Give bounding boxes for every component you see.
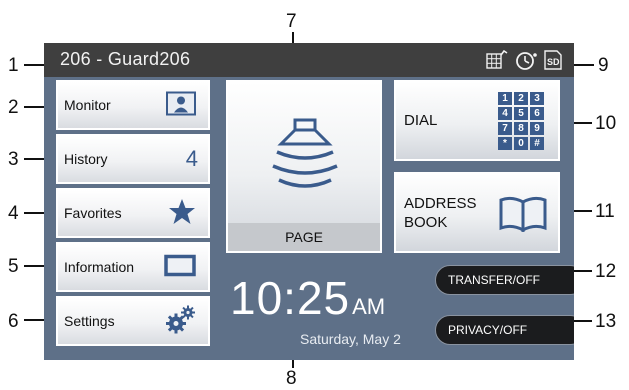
camera-monitor-icon <box>166 91 196 119</box>
callout-10: 10 <box>595 113 617 134</box>
settings-button[interactable]: Settings <box>56 296 210 346</box>
callout-6: 6 <box>8 311 19 332</box>
page-label: PAGE <box>285 229 323 245</box>
key-5: 5 <box>514 107 528 120</box>
callout-11: 11 <box>595 201 615 222</box>
callout-3: 3 <box>8 149 19 170</box>
clock-ampm: AM <box>352 294 386 319</box>
key-7: 7 <box>498 122 512 135</box>
key-2: 2 <box>514 92 528 105</box>
privacy-label: PRIVACY/OFF <box>448 323 528 337</box>
history-count: 4 <box>185 146 198 171</box>
history-button[interactable]: History 4 <box>56 134 210 184</box>
favorites-label: Favorites <box>64 205 122 221</box>
callout-9: 9 <box>598 55 609 76</box>
sd-card-label: SD <box>547 57 560 67</box>
dial-button[interactable]: DIAL 1 2 3 4 5 6 7 8 9 * 0 # <box>394 80 560 161</box>
callout-1: 1 <box>8 55 19 76</box>
clock-date: Saturday, May 2 <box>300 331 401 347</box>
clock: 10:25AM <box>230 271 385 325</box>
address-book-label-line2: BOOK <box>404 214 448 231</box>
key-0: 0 <box>514 137 528 150</box>
gears-icon <box>164 305 196 338</box>
status-bar: 206 - Guard206 SD <box>44 43 574 77</box>
monitor-label: Monitor <box>64 97 111 113</box>
information-label: Information <box>64 259 135 275</box>
key-8: 8 <box>514 122 528 135</box>
key-6: 6 <box>530 107 544 120</box>
key-1: 1 <box>498 92 512 105</box>
settings-label: Settings <box>64 313 115 329</box>
privacy-toggle[interactable]: PRIVACY/OFF <box>435 315 574 345</box>
transfer-toggle[interactable]: TRANSFER/OFF <box>435 265 574 295</box>
callout-5: 5 <box>8 256 19 277</box>
keypad-icon: 1 2 3 4 5 6 7 8 9 * 0 # <box>498 92 546 152</box>
grid-phone-icon <box>486 50 508 70</box>
key-4: 4 <box>498 107 512 120</box>
address-book-button[interactable]: ADDRESS BOOK <box>394 172 560 253</box>
page-label-bar: PAGE <box>228 223 380 251</box>
callout-13: 13 <box>595 311 617 332</box>
monitor-button[interactable]: Monitor <box>56 80 210 130</box>
star-icon <box>168 198 196 228</box>
callout-4: 4 <box>8 203 19 224</box>
key-star: * <box>498 137 512 150</box>
information-button[interactable]: Information <box>56 242 210 292</box>
history-label: History <box>64 151 108 167</box>
page-speaker-icon <box>265 116 345 201</box>
page-button[interactable]: PAGE <box>226 80 382 253</box>
callout-12: 12 <box>595 261 617 282</box>
device-screen: 206 - Guard206 SD Monitor History 4 Favo… <box>44 43 574 360</box>
callout-8: 8 <box>286 368 297 389</box>
station-title: 206 - Guard206 <box>60 49 191 69</box>
timer-icon <box>514 49 538 71</box>
clock-time: 10:25 <box>230 272 351 324</box>
callout-7: 7 <box>286 11 297 32</box>
favorites-button[interactable]: Favorites <box>56 188 210 238</box>
transfer-label: TRANSFER/OFF <box>448 273 540 287</box>
callout-2: 2 <box>8 97 19 118</box>
key-3: 3 <box>530 92 544 105</box>
status-icons: SD <box>486 49 562 71</box>
display-screen-icon <box>164 254 196 280</box>
open-book-icon <box>498 196 548 237</box>
address-book-label-line1: ADDRESS <box>404 195 477 212</box>
address-book-label: ADDRESS BOOK <box>404 194 477 232</box>
key-9: 9 <box>530 122 544 135</box>
key-hash: # <box>530 137 544 150</box>
sd-card-icon: SD <box>544 50 562 70</box>
dial-label: DIAL <box>404 112 438 129</box>
